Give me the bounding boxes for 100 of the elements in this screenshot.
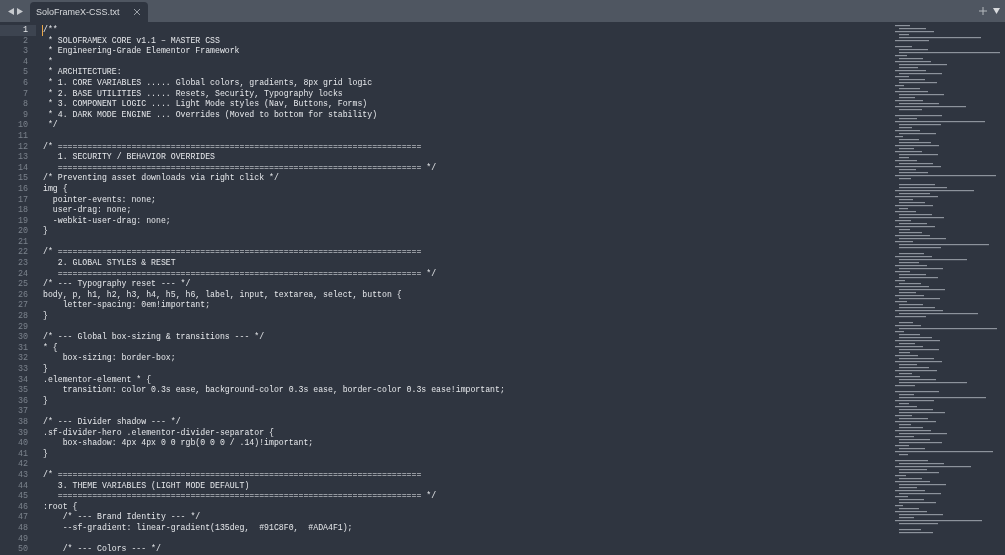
line-number: 9: [21, 109, 29, 121]
line-number: 37: [16, 406, 29, 417]
line-number: 40: [16, 438, 29, 449]
code-line: * 2. BASE UTILITIES ..... Resets, Security, Typography locks: [46, 88, 343, 98]
code-line: ========================================================================== */: [56, 162, 437, 172]
code-line: -webkit-user-drag: none;: [51, 215, 171, 225]
code-line: }: [43, 395, 48, 405]
line-number: 45: [16, 491, 29, 502]
code-line: }: [43, 448, 48, 458]
code-line: :root {: [43, 501, 78, 511]
line-number: 1: [0, 25, 36, 36]
line-number: 34: [16, 374, 29, 386]
line-number: 10: [16, 120, 29, 131]
line-number: 41: [16, 448, 29, 460]
code-line: /* --- Divider shadow --- */: [43, 416, 181, 426]
line-number: 17: [16, 194, 29, 206]
line-number: 4: [21, 56, 29, 68]
line-number: 46: [16, 501, 29, 513]
code-line: * SOLOFRAMEX CORE v1.1 – MASTER CSS: [46, 35, 220, 45]
line-number: 31: [16, 342, 29, 354]
line-number: 3: [21, 46, 29, 57]
line-number: 15: [16, 173, 29, 184]
line-number: 13: [16, 152, 29, 163]
line-number: 2: [21, 35, 29, 47]
line-number: 16: [16, 183, 29, 195]
line-number: 36: [16, 395, 29, 407]
code-line: /* Preventing asset downloads via right click */: [43, 173, 279, 183]
code-line: *: [46, 56, 53, 66]
code-line: 1. SECURITY / BEHAVIOR OVERRIDES: [56, 152, 215, 162]
code-line: /* --- Typography reset --- */: [43, 279, 191, 289]
code-line: /* --- Brand Identity --- */: [61, 512, 201, 522]
line-number: 35: [16, 385, 29, 396]
back-arrow-icon[interactable]: [7, 7, 14, 15]
code-line: ========================================================================== */: [56, 491, 437, 501]
file-tab[interactable]: SoloFrameX-CSS.txt: [30, 2, 148, 22]
line-number: 50: [16, 544, 29, 555]
line-number: 29: [16, 321, 29, 333]
code-line: --sf-gradient: linear-gradient(135deg, #91C8F0, #ADA4F1);: [61, 522, 353, 532]
line-number: 39: [16, 427, 29, 439]
line-number: 12: [16, 141, 29, 153]
line-number: 20: [16, 226, 29, 237]
line-number: 7: [21, 88, 29, 100]
line-number: 18: [16, 205, 29, 216]
line-number: 30: [16, 332, 29, 343]
code-line: }: [43, 364, 48, 373]
line-number: 22: [16, 247, 29, 259]
line-number: 19: [16, 215, 29, 227]
line-number: 32: [16, 353, 29, 364]
code-line: * 4. DARK MODE ENGINE ... Overrides (Moved to bottom for stability): [46, 109, 378, 119]
code-line: }: [43, 311, 48, 321]
code-line: ========================================================================== */: [56, 268, 437, 278]
line-number: 23: [16, 258, 29, 269]
line-number: 49: [16, 533, 29, 545]
line-number: 24: [16, 268, 29, 280]
code-line: body, p, h1, h2, h3, h4, h5, h6, label, input, textarea, select, button {: [43, 289, 402, 299]
code-line: /* --- Colors --- */: [61, 544, 161, 554]
code-line: */: [46, 120, 58, 130]
code-line: .sf-divider-hero .elementor-divider-separator {: [43, 427, 274, 437]
code-line: * 1. CORE VARIABLES ..... Global colors, gradients, 8px grid logic: [46, 77, 373, 87]
line-number: 6: [21, 77, 29, 89]
code-line: box-sizing: border-box;: [61, 353, 176, 363]
code-line: /* ==========================================================================: [43, 247, 422, 257]
code-line: .elementor-element * {: [43, 374, 152, 384]
code-line: }: [43, 226, 48, 236]
code-line: /* ==========================================================================: [43, 469, 422, 479]
line-number: 21: [16, 236, 29, 248]
line-number: 25: [16, 279, 29, 290]
line-number: 14: [16, 162, 29, 174]
line-number: 27: [16, 300, 29, 312]
code-line: /* --- Global box-sizing & transitions --- */: [43, 332, 265, 342]
plus-icon[interactable]: [979, 7, 987, 15]
forward-arrow-icon[interactable]: [16, 7, 23, 15]
line-number: 43: [16, 469, 29, 481]
code-line: * Engineering-Grade Elementor Framework: [46, 46, 240, 56]
line-number: 26: [16, 289, 29, 301]
tab-title: SoloFrameX-CSS.txt: [36, 7, 120, 17]
code-line: pointer-events: none;: [51, 194, 156, 204]
line-number: 11: [16, 130, 29, 142]
code-line: * {: [43, 342, 58, 352]
code-line: img {: [43, 183, 68, 193]
code-line: * ARCHITECTURE:: [46, 67, 122, 77]
close-icon[interactable]: [134, 9, 140, 15]
line-number: 42: [16, 459, 29, 470]
line-number: 38: [16, 416, 29, 428]
line-number: 44: [16, 480, 29, 492]
code-line: /**: [43, 25, 58, 34]
code-line: transition: color 0.3s ease, background-color 0.3s ease, border-color 0.3s ease!important;: [61, 385, 505, 395]
line-number: 5: [21, 67, 29, 78]
line-number: 8: [21, 99, 29, 110]
code-line: 3. THEME VARIABLES (LIGHT MODE DEFAULT): [56, 480, 250, 490]
code-line: /* ==========================================================================: [43, 141, 422, 151]
dropdown-icon[interactable]: [993, 8, 1000, 14]
code-line: box-shadow: 4px 4px 0 0 rgb(0 0 0 / .14)!important;: [61, 438, 314, 448]
code-line: * 3. COMPONENT LOGIC .... Light Mode styles (Nav, Buttons, Forms): [46, 99, 368, 109]
code-line: letter-spacing: 0em!important;: [61, 300, 211, 310]
line-number: 47: [16, 512, 29, 523]
line-number: 28: [16, 311, 29, 322]
code-line: user-drag: none;: [51, 205, 132, 215]
line-number: 33: [16, 364, 29, 375]
code-line: 2. GLOBAL STYLES & RESET: [56, 258, 176, 268]
